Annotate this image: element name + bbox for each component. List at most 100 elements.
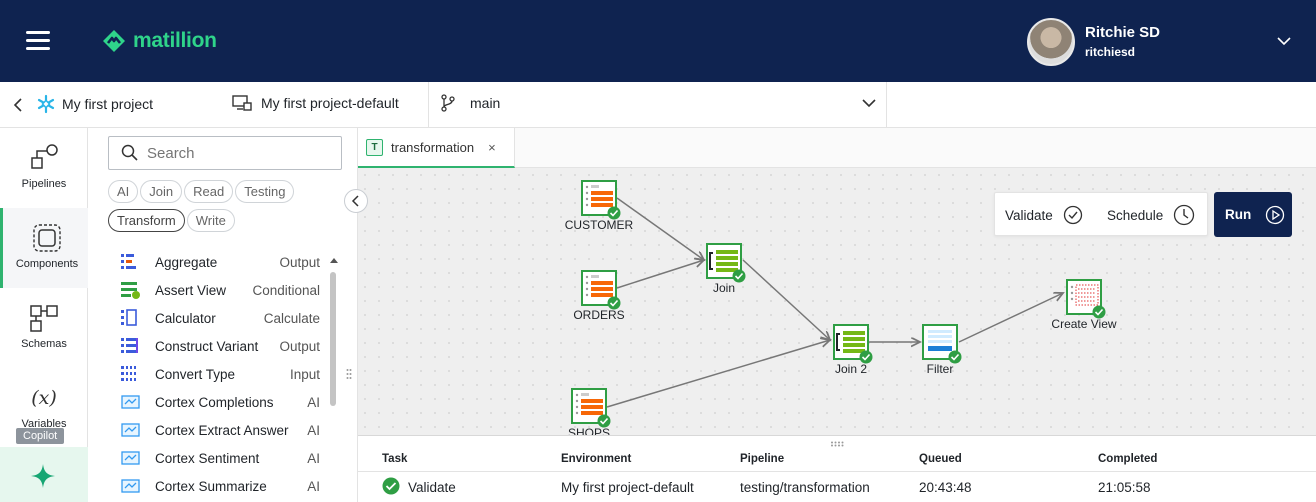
column-header: Pipeline — [740, 453, 785, 465]
scrollbar-thumb[interactable] — [330, 272, 336, 406]
success-check-icon — [382, 477, 400, 495]
run-button[interactable]: Run — [1214, 192, 1292, 237]
node-create-view[interactable]: Create View — [1049, 279, 1119, 331]
list-item[interactable]: Aggregate Output — [108, 248, 320, 276]
rail-item-components[interactable]: Components — [0, 208, 88, 288]
left-rail: Pipelines Components Schemas (x) Variabl… — [0, 128, 88, 502]
components-panel: AIJoinReadTestingTransformWrite Aggregat… — [88, 128, 368, 502]
avatar[interactable] — [1027, 18, 1075, 66]
node-filter[interactable]: Filter — [905, 324, 975, 376]
branch-name: main — [470, 95, 501, 111]
collapse-panel-button[interactable] — [344, 189, 368, 213]
matillion-logo[interactable]: matillion — [101, 26, 217, 56]
chip-write[interactable]: Write — [186, 209, 235, 232]
chevron-down-icon[interactable] — [1277, 34, 1291, 48]
search-box[interactable] — [108, 136, 342, 170]
project-selector[interactable]: My first project — [36, 94, 153, 114]
component-name: Cortex Sentiment — [155, 450, 260, 466]
pipeline-cell: testing/transformation — [740, 480, 870, 495]
list-item[interactable]: Construct Variant Output — [108, 332, 320, 360]
chevron-down-icon — [862, 99, 876, 108]
validate-label: Validate — [1005, 207, 1053, 223]
list-item[interactable]: Cortex Completions AI — [108, 388, 320, 416]
node-label: Join — [712, 281, 735, 295]
tab-strip: T transformation × — [358, 128, 1316, 168]
queued-cell: 20:43:48 — [919, 480, 972, 495]
list-item[interactable]: Cortex Sentiment AI — [108, 444, 320, 472]
schemas-icon — [30, 305, 58, 332]
transformation-badge: T — [366, 138, 383, 156]
component-category: AI — [307, 450, 320, 466]
column-header: Completed — [1098, 453, 1158, 465]
cortex-icon — [121, 395, 140, 409]
column-header: Queued — [919, 453, 962, 465]
scroll-up-arrow-icon[interactable] — [330, 257, 338, 265]
node-join-2[interactable]: Join 2 — [816, 324, 886, 376]
validate-button[interactable]: Validate — [1005, 193, 1083, 237]
close-icon[interactable]: × — [488, 140, 496, 155]
tab-transformation[interactable]: T transformation × — [358, 128, 515, 168]
clock-icon — [1174, 204, 1195, 226]
sparkle-icon — [31, 464, 55, 488]
node-join[interactable]: Join — [689, 243, 759, 295]
rail-label: Pipelines — [21, 178, 67, 190]
cortex-icon — [121, 479, 140, 493]
divider — [428, 82, 429, 128]
component-category: Output — [279, 254, 320, 270]
chip-ai[interactable]: AI — [108, 180, 139, 203]
back-chevron-icon[interactable] — [12, 97, 24, 113]
list-item[interactable]: Calculator Calculate — [108, 304, 320, 332]
rail-item-pipelines[interactable]: Pipelines — [0, 128, 88, 208]
top-bar: matillion Ritchie SD ritchiesd — [0, 0, 1316, 82]
list-item[interactable]: Cortex Extract Answer AI — [108, 416, 320, 444]
breadcrumb: My first project My first project-defaul… — [0, 82, 1316, 128]
success-check-icon — [948, 350, 962, 364]
search-icon — [121, 144, 138, 161]
component-category: Calculate — [263, 310, 320, 326]
logo-text: matillion — [133, 29, 217, 52]
branch-selector[interactable]: main — [440, 94, 886, 112]
chip-join[interactable]: Join — [140, 180, 183, 203]
list-item[interactable]: Assert View Conditional — [108, 276, 320, 304]
node-orders[interactable]: ORDERS — [564, 270, 634, 322]
cortex-icon — [121, 451, 140, 465]
pipelines-icon — [31, 144, 58, 169]
list-item[interactable]: Cortex Summarize AI — [108, 472, 320, 500]
user-handle: ritchiesd — [1085, 45, 1136, 59]
matillion-mark-icon — [103, 30, 125, 52]
list-item[interactable]: Convert Type Input — [108, 360, 320, 388]
chip-transform[interactable]: Transform — [108, 209, 185, 232]
component-name: Aggregate — [155, 254, 218, 270]
rail-item-schemas[interactable]: Schemas — [0, 288, 88, 368]
task-cell: Validate — [408, 480, 456, 495]
component-name: Cortex Completions — [155, 394, 274, 410]
completed-cell: 21:05:58 — [1098, 480, 1151, 495]
chip-testing[interactable]: Testing — [235, 180, 295, 203]
hamburger-menu-icon[interactable] — [26, 31, 50, 51]
success-check-icon — [607, 206, 621, 220]
chevron-left-icon — [351, 195, 359, 207]
chip-read[interactable]: Read — [184, 180, 234, 203]
copilot-button[interactable] — [0, 447, 88, 502]
assert-view-icon — [121, 282, 140, 299]
node-shops[interactable]: SHOPS — [554, 388, 624, 435]
resize-grip-icon[interactable] — [346, 368, 352, 382]
node-customer[interactable]: CUSTOMER — [564, 180, 634, 232]
success-check-icon — [607, 296, 621, 310]
component-category: Conditional — [252, 282, 320, 298]
cortex-icon — [121, 423, 140, 437]
components-icon — [33, 224, 61, 252]
project-name: My first project — [62, 96, 154, 112]
drag-handle-icon[interactable] — [830, 441, 844, 447]
component-name: Construct Variant — [155, 338, 259, 354]
environment-name: My first project-default — [261, 95, 399, 111]
column-header: Task — [382, 453, 408, 465]
node-label: Join 2 — [834, 362, 868, 376]
environment-selector[interactable]: My first project-default — [232, 94, 399, 112]
component-category: AI — [307, 422, 320, 438]
schedule-button[interactable]: Schedule — [1107, 193, 1195, 237]
node-label: ORDERS — [573, 308, 625, 322]
component-name: Cortex Summarize — [155, 478, 267, 494]
success-check-icon — [859, 350, 873, 364]
search-input[interactable] — [147, 144, 327, 162]
